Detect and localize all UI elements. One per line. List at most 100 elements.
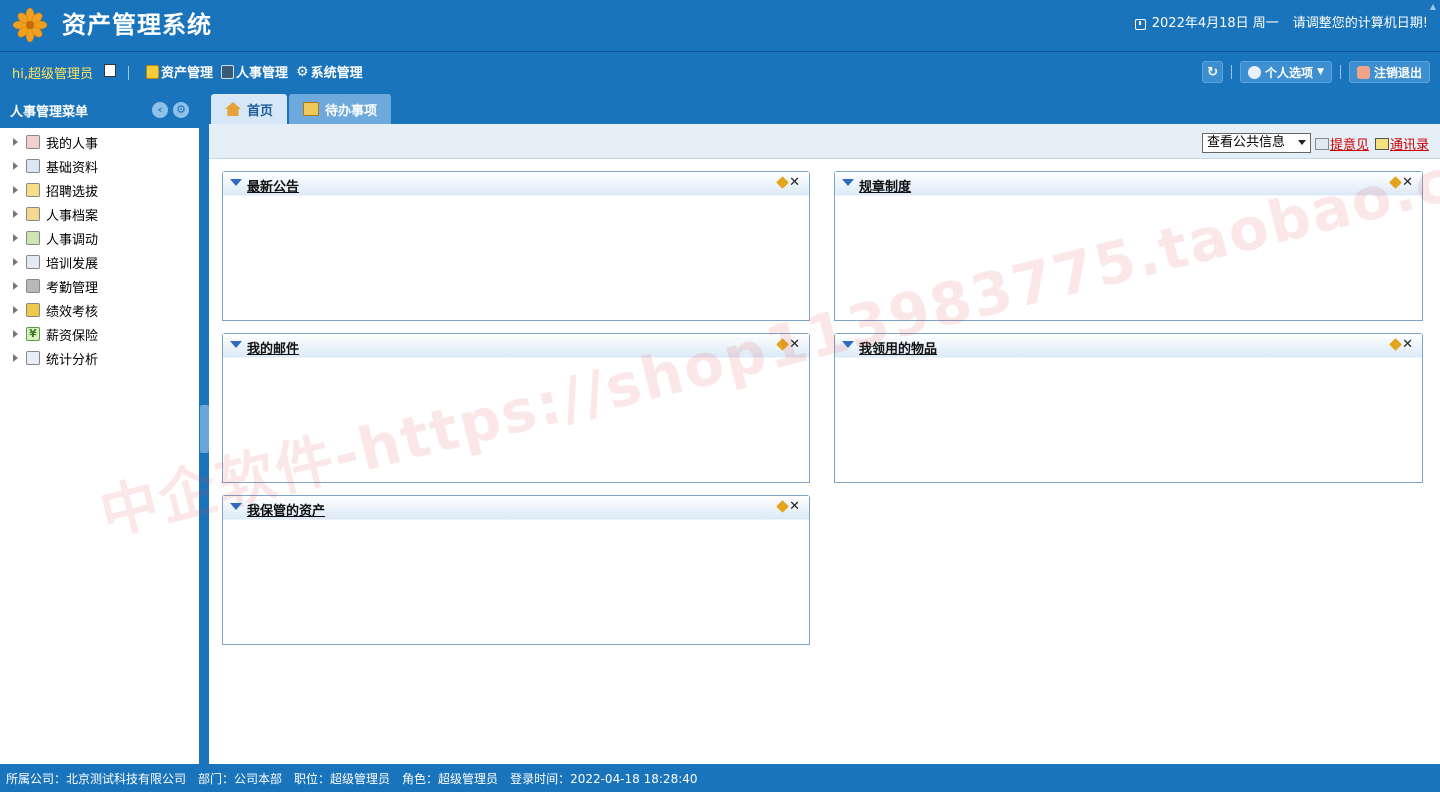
status-position: 职位：超级管理员 <box>294 771 391 786</box>
sidebar-item-label: 招聘选拔 <box>46 184 99 200</box>
close-icon[interactable]: ✕ <box>789 175 800 190</box>
notepad-icon[interactable] <box>104 64 116 77</box>
speaker-icon <box>26 183 40 197</box>
yuan-icon: ¥ <box>26 327 40 341</box>
nav-divider <box>128 66 129 80</box>
collapse-triangle-icon[interactable] <box>842 341 854 348</box>
expand-arrow-icon[interactable] <box>13 306 18 314</box>
menu-asset-management-label: 资产管理 <box>161 66 214 81</box>
tab-home[interactable]: 首页 <box>211 94 288 124</box>
sidebar-item-salary[interactable]: ¥ 薪资保险 <box>0 322 199 346</box>
menu-system-management-label: 系统管理 <box>310 66 363 81</box>
presentation-icon <box>26 255 40 269</box>
public-info-select-value: 查看公共信息 <box>1207 135 1286 150</box>
refresh-button[interactable]: ↻ <box>1202 61 1224 83</box>
todo-icon <box>303 102 320 116</box>
menu-hr-management[interactable]: 人事管理 <box>221 62 288 81</box>
settings-gear-icon[interactable]: ⚙ <box>173 102 189 118</box>
feedback-icon <box>1315 137 1329 150</box>
sidebar-item-my-hr[interactable]: 我的人事 <box>0 130 199 154</box>
collapse-left-icon[interactable]: ‹ <box>152 102 168 118</box>
collapse-triangle-icon[interactable] <box>230 179 242 186</box>
ruler-icon <box>26 303 40 317</box>
chevron-down-icon: ▼ <box>1317 67 1324 77</box>
user-greeting: hi,超级管理员 <box>12 67 93 82</box>
edit-pencil-icon[interactable] <box>776 338 789 351</box>
sidebar-item-label: 薪资保险 <box>46 328 99 344</box>
status-role: 角色：超级管理员 <box>402 771 499 786</box>
portlet-title[interactable]: 最新公告 <box>247 176 299 195</box>
chevron-down-icon <box>1298 140 1306 145</box>
tab-todo[interactable]: 待办事项 <box>289 94 392 124</box>
refresh-icon: ↻ <box>1207 64 1219 80</box>
expand-arrow-icon[interactable] <box>13 354 18 362</box>
portlet-title[interactable]: 我保管的资产 <box>247 500 325 519</box>
portlet-latest-announcements: 最新公告 ✕ <box>222 171 810 321</box>
collapse-triangle-icon[interactable] <box>842 179 854 186</box>
nav-divider <box>1231 65 1233 79</box>
calendar-icon <box>1134 18 1146 30</box>
expand-arrow-icon[interactable] <box>13 330 18 338</box>
app-header: 资产管理系统 2022年4月18日 周一 请调整您的计算机日期! ▲ <box>0 0 1440 52</box>
edit-pencil-icon[interactable] <box>1389 176 1402 189</box>
sidebar: 人事管理菜单 ‹ ⚙ 我的人事 基础资料 招聘选拔 人事档案 人事调动 培训发展… <box>0 92 200 764</box>
expand-arrow-icon[interactable] <box>13 282 18 290</box>
portlet-title[interactable]: 我的邮件 <box>247 338 299 357</box>
sidebar-item-statistics[interactable]: 统计分析 <box>0 346 199 370</box>
content-toolbar: 查看公共信息 提意见 通讯录 <box>209 124 1440 159</box>
public-info-select[interactable]: 查看公共信息 <box>1202 133 1311 153</box>
sidebar-item-attendance[interactable]: 考勤管理 <box>0 274 199 298</box>
menu-asset-management[interactable]: 资产管理 <box>146 62 213 81</box>
close-icon[interactable]: ✕ <box>789 499 800 514</box>
portlet-header: 规章制度 ✕ <box>835 172 1422 196</box>
expand-arrow-icon[interactable] <box>13 210 18 218</box>
portlet-title[interactable]: 规章制度 <box>859 176 911 195</box>
expand-arrow-icon[interactable] <box>13 234 18 242</box>
date-notice: 请调整您的计算机日期! <box>1292 16 1428 31</box>
personal-options-button[interactable]: 个人选项 ▼ <box>1240 61 1332 83</box>
sidebar-title: 人事管理菜单 <box>10 104 89 120</box>
clock-card-icon <box>26 279 40 293</box>
edit-pencil-icon[interactable] <box>1389 338 1402 351</box>
folder-icon <box>146 64 159 79</box>
expand-arrow-icon[interactable] <box>13 138 18 146</box>
user-card-icon <box>26 135 40 149</box>
home-icon <box>225 102 241 116</box>
scroll-up-arrow-icon[interactable]: ▲ <box>1430 2 1436 11</box>
logout-label: 注销退出 <box>1373 65 1422 80</box>
header-date-area: 2022年4月18日 周一 请调整您的计算机日期! <box>1134 14 1428 34</box>
expand-arrow-icon[interactable] <box>13 186 18 194</box>
collapse-triangle-icon[interactable] <box>230 503 242 510</box>
close-icon[interactable]: ✕ <box>1402 175 1413 190</box>
edit-pencil-icon[interactable] <box>776 176 789 189</box>
portlet-title[interactable]: 我领用的物品 <box>859 338 937 357</box>
sidebar-item-hr-archives[interactable]: 人事档案 <box>0 202 199 226</box>
nav-divider <box>1339 65 1341 79</box>
sidebar-item-transfer[interactable]: 人事调动 <box>0 226 199 250</box>
sidebar-item-basic-data[interactable]: 基础资料 <box>0 154 199 178</box>
portlet-header: 最新公告 ✕ <box>223 172 809 196</box>
close-icon[interactable]: ✕ <box>789 337 800 352</box>
close-icon[interactable]: ✕ <box>1402 337 1413 352</box>
feedback-label: 提意见 <box>1330 138 1370 153</box>
file-folder-icon <box>26 207 40 221</box>
collapse-triangle-icon[interactable] <box>230 341 242 348</box>
logout-button[interactable]: 注销退出 <box>1348 61 1430 83</box>
current-date: 2022年4月18日 周一 <box>1151 16 1279 31</box>
sidebar-item-label: 基础资料 <box>46 160 99 176</box>
portlet-my-custody-assets: 我保管的资产 ✕ <box>222 495 810 645</box>
splitter-collapse-handle[interactable] <box>200 405 209 453</box>
sidebar-item-training[interactable]: 培训发展 <box>0 250 199 274</box>
grid-icon <box>26 159 40 173</box>
menu-hr-management-label: 人事管理 <box>236 66 289 81</box>
edit-pencil-icon[interactable] <box>776 500 789 513</box>
expand-arrow-icon[interactable] <box>13 162 18 170</box>
feedback-link[interactable]: 提意见 <box>1315 134 1369 153</box>
contacts-link[interactable]: 通讯录 <box>1375 134 1429 153</box>
sidebar-tree: 我的人事 基础资料 招聘选拔 人事档案 人事调动 培训发展 考勤管理 绩效考核 … <box>0 128 199 370</box>
expand-arrow-icon[interactable] <box>13 258 18 266</box>
menu-system-management[interactable]: ⚙ 系统管理 <box>296 62 363 82</box>
sidebar-item-recruitment[interactable]: 招聘选拔 <box>0 178 199 202</box>
sidebar-item-performance[interactable]: 绩效考核 <box>0 298 199 322</box>
tab-home-label: 首页 <box>247 103 274 119</box>
